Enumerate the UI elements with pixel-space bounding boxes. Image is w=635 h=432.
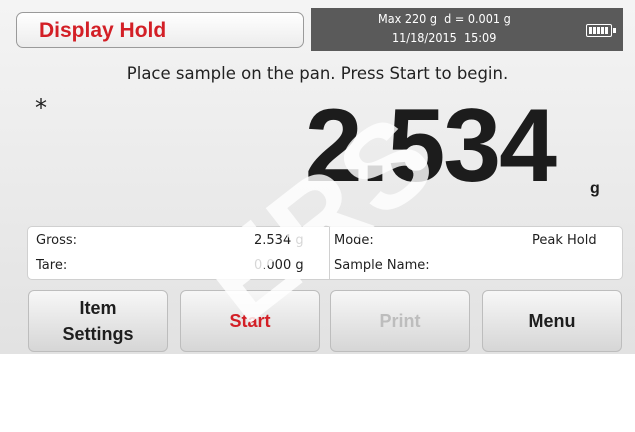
gross-value: 2.534 g	[254, 233, 304, 248]
instruction-text: Place sample on the pan. Press Start to …	[126, 64, 509, 83]
print-button[interactable]: Print	[330, 290, 470, 352]
battery-icon	[586, 24, 616, 37]
status-bar: Max 220 g d = 0.001 g 11/18/2015 15:09	[311, 8, 623, 51]
mode-value: Peak Hold	[532, 233, 597, 248]
stability-indicator: *	[35, 94, 47, 122]
item-settings-button[interactable]: Item Settings	[28, 290, 168, 352]
weight-reading: 2.534	[304, 88, 557, 204]
info-panel: Gross: 2.534 g Tare: 0.000 g Mode: Peak …	[27, 226, 623, 280]
mode-title: Display Hold	[39, 19, 167, 42]
mode-label: Mode:	[334, 233, 374, 248]
menu-button[interactable]: Menu	[482, 290, 622, 352]
weight-unit: g	[590, 180, 600, 197]
scale-screen: Display Hold Max 220 g d = 0.001 g 11/18…	[0, 0, 635, 354]
info-divider	[329, 227, 330, 279]
gross-label: Gross:	[36, 233, 78, 248]
capacity-info: Max 220 g d = 0.001 g	[378, 11, 511, 26]
item-settings-label: Item Settings	[62, 298, 134, 344]
start-button[interactable]: Start	[180, 290, 320, 352]
mode-title-box: Display Hold	[16, 12, 304, 48]
tare-label: Tare:	[36, 258, 68, 273]
battery-level	[589, 27, 609, 34]
tare-value: 0.000 g	[254, 258, 304, 273]
datetime: 11/18/2015 15:09	[392, 30, 497, 45]
sample-name-label: Sample Name:	[334, 258, 430, 273]
